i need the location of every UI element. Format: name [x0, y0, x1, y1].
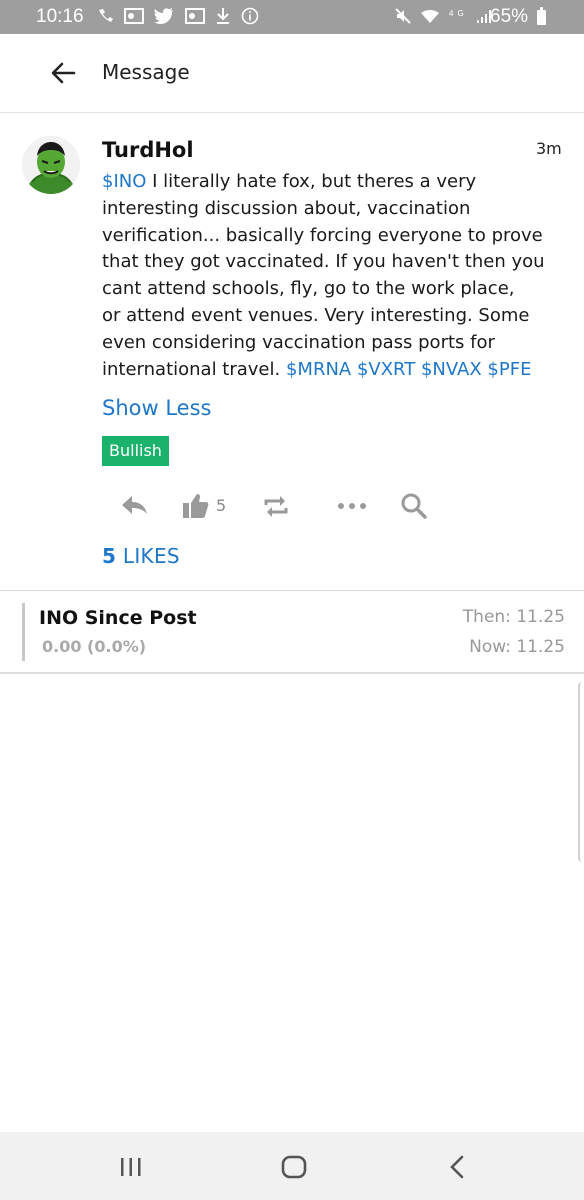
reshare-icon: [264, 496, 288, 517]
post-body: $INO I literally hate fox, but theres a …: [102, 169, 562, 383]
search-icon: [401, 493, 427, 519]
like-count: 5: [216, 496, 227, 515]
back-button[interactable]: [46, 56, 80, 90]
page-title: Message: [102, 60, 190, 84]
sentiment-badge: Bullish: [102, 436, 169, 466]
download-icon: [216, 8, 229, 25]
status-time: 10:16: [36, 6, 84, 27]
wifi-icon: [421, 10, 440, 24]
more-options-button[interactable]: [336, 490, 368, 522]
reply-button[interactable]: [118, 490, 150, 522]
info-icon: [241, 7, 259, 25]
thumbs-up-icon: [183, 494, 209, 518]
mute-icon: [395, 8, 411, 24]
cashtag-links[interactable]: $MRNA $VXRT $NVAX $PFE: [286, 359, 531, 380]
home-button[interactable]: [279, 1152, 309, 1182]
like-button[interactable]: [181, 490, 211, 522]
reshare-button[interactable]: [261, 490, 291, 522]
battery-icon: [537, 7, 546, 25]
post-line: cant attend schools, fly, go to the work…: [102, 278, 515, 300]
hulk-avatar-icon: [22, 136, 80, 194]
outlook-icon: [184, 8, 205, 25]
reply-icon: [122, 496, 147, 514]
svg-text:4G: 4G: [449, 9, 466, 18]
system-nav-bar: [0, 1132, 584, 1200]
back-nav-button[interactable]: [443, 1152, 473, 1182]
divider: [0, 590, 584, 591]
wifi-calling-icon: [99, 9, 113, 23]
likes-summary[interactable]: 5 LIKES: [102, 544, 180, 568]
scrollbar[interactable]: [578, 682, 584, 862]
twitter-icon: [154, 8, 174, 25]
recent-apps-icon: [121, 1158, 141, 1176]
cashtag-link[interactable]: $INO: [102, 171, 146, 192]
search-button[interactable]: [398, 490, 430, 522]
divider: [0, 672, 584, 674]
arrow-left-icon: [51, 62, 76, 84]
chevron-left-icon: [450, 1155, 464, 1179]
more-dots-icon: [338, 503, 366, 509]
post-line: interesting discussion about, vaccinatio…: [102, 197, 471, 219]
price-panel-title: INO Since Post: [39, 607, 197, 629]
post-timestamp: 3m: [536, 139, 562, 158]
4g-icon: 4G: [449, 9, 466, 18]
post-line: or attend event venues. Very interesting…: [102, 304, 530, 326]
outlook-icon: [124, 8, 145, 25]
price-now: Now: 11.25: [469, 637, 565, 657]
post-line: even considering vaccination pass ports …: [102, 331, 495, 353]
status-bar: 10:16 4G 65%: [0, 0, 584, 34]
post-line: international travel. $MRNA $VXRT $NVAX …: [102, 358, 532, 380]
post-username[interactable]: TurdHol: [102, 138, 194, 162]
price-then: Then: 11.25: [462, 607, 565, 627]
recent-apps-button[interactable]: [116, 1152, 146, 1182]
post-line: verification... basically forcing everyo…: [102, 224, 543, 246]
notification-icons: [96, 7, 259, 25]
system-icons: 4G: [394, 7, 493, 25]
app-bar: Message: [0, 34, 584, 113]
post-line: that they got vaccinated. If you haven't…: [102, 251, 545, 273]
battery-percent: 65%: [490, 6, 529, 27]
post-line: $INO I literally hate fox, but theres a …: [102, 171, 477, 192]
price-since-post-panel: INO Since Post 0.00 (0.0%) Then: 11.25 N…: [22, 603, 565, 661]
home-icon: [281, 1155, 307, 1179]
avatar[interactable]: [22, 136, 80, 194]
show-less-link[interactable]: Show Less: [102, 396, 211, 420]
price-change: 0.00 (0.0%): [42, 637, 147, 656]
